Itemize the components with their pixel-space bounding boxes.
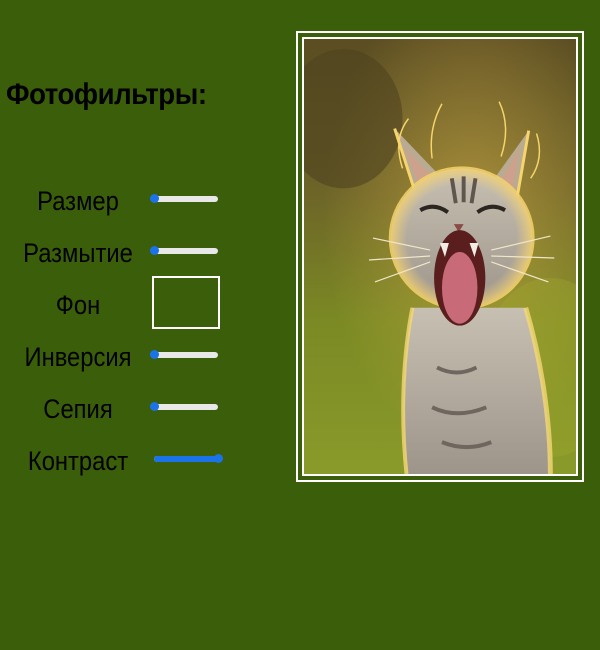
sepia-slider-thumb[interactable]	[150, 402, 159, 411]
invert-slider-thumb[interactable]	[150, 350, 159, 359]
invert-slider[interactable]	[150, 350, 218, 359]
contrast-slider-thumb[interactable]	[214, 454, 223, 463]
contrast-slider-fill	[154, 456, 218, 462]
filter-row-invert: Инверсия	[0, 338, 240, 374]
filter-row-background: Фон	[0, 276, 240, 329]
size-slider-thumb[interactable]	[150, 194, 159, 203]
size-slider[interactable]	[150, 194, 218, 203]
blur-label: Размытие	[23, 238, 133, 268]
filter-row-contrast: Контраст	[0, 442, 240, 478]
page-title: Фотофильтры:	[6, 78, 207, 111]
filter-row-blur: Размытие	[0, 234, 240, 270]
filter-row-size: Размер	[0, 182, 240, 218]
contrast-label: Контраст	[27, 446, 129, 476]
filter-row-sepia: Сепия	[0, 390, 240, 426]
blur-slider-thumb[interactable]	[150, 246, 159, 255]
photo-frame	[296, 31, 584, 482]
kitten-photo	[304, 39, 576, 474]
blur-slider[interactable]	[150, 246, 218, 255]
background-color-picker[interactable]	[152, 276, 220, 329]
background-label: Фон	[55, 290, 101, 320]
contrast-slider[interactable]	[154, 454, 223, 463]
sepia-label: Сепия	[43, 394, 113, 424]
size-label: Размер	[37, 186, 119, 216]
sepia-slider[interactable]	[150, 402, 218, 411]
photo-preview	[302, 37, 578, 476]
invert-label: Инверсия	[24, 342, 132, 372]
